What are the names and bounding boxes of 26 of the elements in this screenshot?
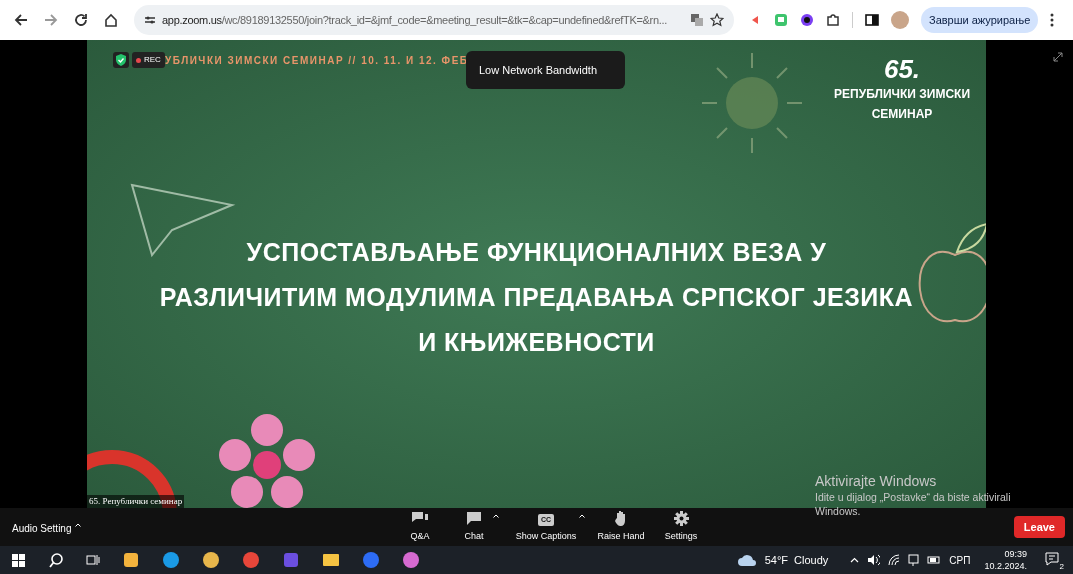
notification-count: 2 — [1059, 562, 1064, 571]
toolbar-button[interactable]: Chat — [464, 510, 484, 544]
seminar-title: РЕПУБЛИЧКИ ЗИМСКИ — [834, 86, 970, 103]
audio-settings-button[interactable]: Audio Setting — [12, 520, 72, 536]
leave-button[interactable]: Leave — [1013, 516, 1065, 538]
weather-text[interactable]: 54°F Cloudy — [764, 551, 829, 569]
tooltip: Low Network Bandwidth — [466, 51, 625, 89]
clock-time[interactable]: 09:39 — [1004, 548, 1027, 560]
slide-title: УСПОСТАВЉАЊЕ ФУНКЦИОНАЛНИХ ВЕЗА У — [246, 237, 827, 268]
seminar-number: 65. — [883, 54, 921, 84]
url-text: app.zoom.us/wc/89189132550/join?track_id=&jmf_code=&meeting_result=&tk=&cap=undefined&refTK=&rn... — [162, 12, 668, 28]
activation-message: Idite u dijalog „Postavke“ da biste aktivirali Windows. — [815, 490, 1012, 518]
recording-badge: REC — [132, 52, 165, 68]
slide-title: И КЊИЖЕВНОСТИ — [418, 327, 655, 358]
address-bar[interactable]: app.zoom.us/wc/89189132550/join?track_id=&jmf_code=&meeting_result=&tk=&cap=undefined&refTK=&rn... — [134, 5, 734, 35]
clock-date[interactable]: 10.2.2024. — [984, 560, 1027, 572]
language-indicator[interactable]: СРП — [949, 552, 971, 568]
update-button[interactable]: Заврши ажурирање — [921, 7, 1039, 33]
activation-title: Aktivirajte Windows — [815, 472, 938, 490]
toolbar-button[interactable]: Q&A — [410, 510, 430, 544]
slide-title: РАЗЛИЧИТИМ МОДУЛИМА ПРЕДАВАЊА СРПСКОГ ЈЕЗИКА — [159, 282, 914, 313]
toolbar-button[interactable]: Settings — [664, 510, 698, 544]
seminar-title: СЕМИНАР — [871, 106, 933, 123]
slide-header-text: УБЛИЧКИ ЗИМСКИ СЕМИНАР // 10. 11. И 12. ФЕБ — [165, 54, 469, 68]
participant-name: 65. Републички семинар — [87, 494, 185, 508]
toolbar-button[interactable]: Raise Hand — [597, 510, 645, 544]
